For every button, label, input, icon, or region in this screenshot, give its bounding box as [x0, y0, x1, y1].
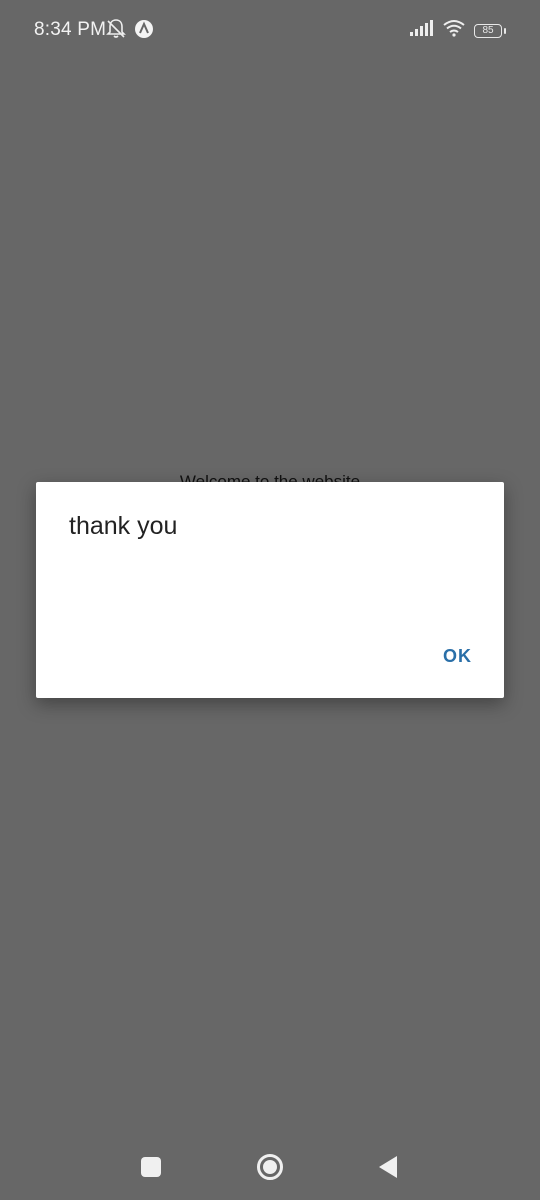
recents-icon[interactable] — [141, 1157, 161, 1177]
status-right-icons: 85 — [410, 19, 506, 42]
battery-level: 85 — [482, 24, 494, 36]
welcome-text: Welcome to the website — [179, 472, 361, 482]
battery-icon: 85 — [474, 23, 506, 38]
app-notification-icon — [134, 19, 154, 44]
ok-button[interactable]: OK — [443, 646, 472, 667]
bell-off-icon — [106, 18, 126, 45]
status-bar: 8:34 PM 85 — [0, 0, 540, 60]
alert-dialog: thank you OK — [36, 482, 504, 698]
status-left-icons — [106, 18, 154, 45]
dialog-message: thank you — [69, 512, 178, 540]
navigation-bar — [0, 1140, 540, 1194]
wifi-icon — [442, 19, 466, 42]
home-icon[interactable] — [256, 1153, 284, 1181]
screen: 8:34 PM 85 Welcome to the website thank … — [0, 0, 540, 1200]
signal-icon — [410, 20, 434, 41]
back-icon[interactable] — [377, 1155, 399, 1179]
status-time: 8:34 PM — [34, 19, 107, 40]
